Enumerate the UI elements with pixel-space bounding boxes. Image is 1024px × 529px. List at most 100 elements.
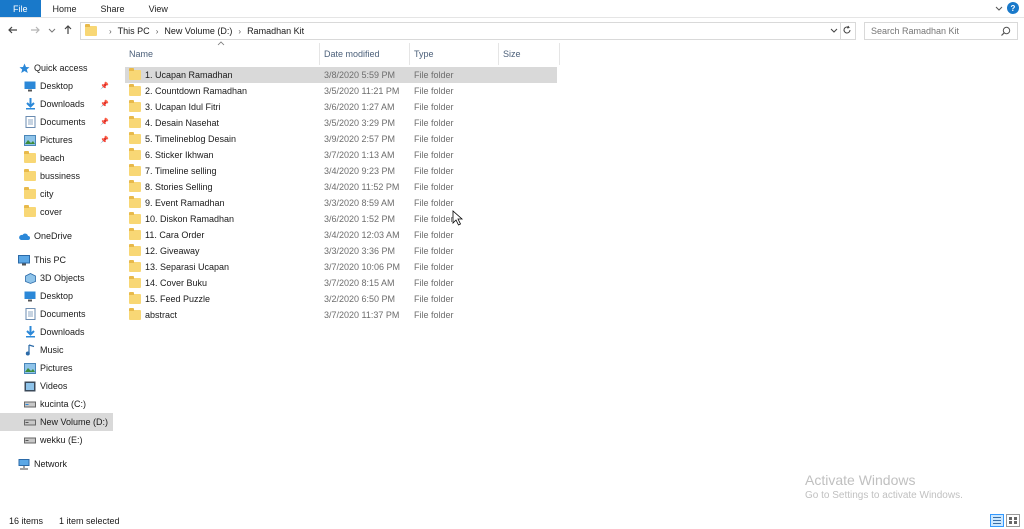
file-name: 4. Desain Nasehat bbox=[129, 116, 220, 128]
search-box[interactable] bbox=[864, 22, 1018, 40]
folder-icon bbox=[129, 148, 141, 160]
view-switcher bbox=[990, 514, 1020, 527]
sidebar-item-label: kucinta (C:) bbox=[40, 399, 87, 409]
file-date: 3/4/2020 12:03 AM bbox=[324, 230, 400, 240]
table-row[interactable]: 8. Stories Selling 3/4/2020 11:52 PM Fil… bbox=[125, 179, 557, 195]
sidebar-item-drive-c[interactable]: kucinta (C:) bbox=[0, 395, 113, 413]
up-button[interactable] bbox=[61, 24, 75, 38]
address-dropdown-icon[interactable] bbox=[830, 26, 838, 36]
back-button[interactable] bbox=[6, 24, 20, 38]
file-name: 5. Timelineblog Desain bbox=[129, 132, 236, 144]
table-row[interactable]: 14. Cover Buku 3/7/2020 8:15 AM File fol… bbox=[125, 275, 557, 291]
sidebar-item-onedrive[interactable]: OneDrive bbox=[0, 227, 113, 245]
breadcrumb-ramadhan-kit[interactable]: Ramadhan Kit bbox=[247, 26, 304, 36]
sidebar-item-drive-e[interactable]: wekku (E:) bbox=[0, 431, 113, 449]
sidebar-item-desktop-pinned[interactable]: Desktop 📌 bbox=[0, 77, 113, 95]
forward-button[interactable] bbox=[28, 24, 42, 38]
network-icon bbox=[18, 458, 30, 470]
sidebar-item-cover[interactable]: cover bbox=[0, 203, 113, 221]
breadcrumb-new-volume[interactable]: New Volume (D:) bbox=[164, 26, 232, 36]
recent-locations-button[interactable] bbox=[45, 24, 59, 38]
sidebar-item-documents-pinned[interactable]: Documents 📌 bbox=[0, 113, 113, 131]
refresh-icon[interactable] bbox=[842, 25, 852, 38]
tab-share[interactable]: Share bbox=[89, 0, 137, 17]
documents-icon bbox=[24, 308, 36, 320]
table-row[interactable]: 10. Diskon Ramadhan 3/6/2020 1:52 PM Fil… bbox=[125, 211, 557, 227]
table-row[interactable]: 5. Timelineblog Desain 3/9/2020 2:57 PM … bbox=[125, 131, 557, 147]
sidebar-item-this-pc[interactable]: This PC bbox=[0, 251, 113, 269]
cube-icon bbox=[24, 272, 36, 284]
table-row[interactable]: 7. Timeline selling 3/4/2020 9:23 PM Fil… bbox=[125, 163, 557, 179]
table-row[interactable]: 6. Sticker Ikhwan 3/7/2020 1:13 AM File … bbox=[125, 147, 557, 163]
file-date: 3/8/2020 5:59 PM bbox=[324, 70, 396, 80]
table-row[interactable]: abstract 3/7/2020 11:37 PM File folder bbox=[125, 307, 557, 323]
desktop-icon bbox=[24, 80, 36, 92]
file-name: 9. Event Ramadhan bbox=[129, 196, 225, 208]
address-bar[interactable]: › This PC › New Volume (D:) › Ramadhan K… bbox=[80, 22, 856, 40]
folder-icon bbox=[129, 164, 141, 176]
tab-view[interactable]: View bbox=[137, 0, 180, 17]
sidebar-item-network[interactable]: Network bbox=[0, 455, 113, 473]
file-name-text: 4. Desain Nasehat bbox=[145, 118, 220, 128]
file-type: File folder bbox=[414, 118, 454, 128]
file-type: File folder bbox=[414, 214, 454, 224]
sidebar-item-music[interactable]: Music bbox=[0, 341, 113, 359]
ribbon-expand-icon[interactable] bbox=[994, 3, 1004, 13]
table-row[interactable]: 1. Ucapan Ramadhan 3/8/2020 5:59 PM File… bbox=[125, 67, 557, 83]
file-date: 3/4/2020 9:23 PM bbox=[324, 166, 396, 176]
sidebar-item-downloads-pinned[interactable]: Downloads 📌 bbox=[0, 95, 113, 113]
sidebar-item-documents[interactable]: Documents bbox=[0, 305, 113, 323]
details-view-icon[interactable] bbox=[990, 514, 1004, 527]
sidebar-item-quick-access[interactable]: Quick access bbox=[0, 59, 113, 77]
drive-icon bbox=[24, 398, 36, 410]
sidebar-item-3d-objects[interactable]: 3D Objects bbox=[0, 269, 113, 287]
pin-icon[interactable]: 📌 bbox=[100, 82, 109, 90]
search-input[interactable] bbox=[871, 26, 996, 36]
table-row[interactable]: 11. Cara Order 3/4/2020 12:03 AM File fo… bbox=[125, 227, 557, 243]
sidebar-item-drive-d[interactable]: New Volume (D:) bbox=[0, 413, 113, 431]
sidebar-item-label: Network bbox=[34, 459, 68, 469]
folder-icon bbox=[129, 244, 141, 256]
column-header-size[interactable]: Size bbox=[499, 43, 560, 65]
help-icon[interactable]: ? bbox=[1007, 2, 1019, 14]
pin-icon[interactable]: 📌 bbox=[100, 118, 109, 126]
table-row[interactable]: 3. Ucapan Idul Fitri 3/6/2020 1:27 AM Fi… bbox=[125, 99, 557, 115]
file-name-text: 11. Cara Order bbox=[145, 230, 205, 240]
large-icons-view-icon[interactable] bbox=[1006, 514, 1020, 527]
file-name-text: abstract bbox=[145, 310, 178, 320]
file-name: 14. Cover Buku bbox=[129, 276, 207, 288]
file-name: 13. Separasi Ucapan bbox=[129, 260, 230, 272]
file-name-text: 13. Separasi Ucapan bbox=[145, 262, 230, 272]
sidebar-item-pictures[interactable]: Pictures bbox=[0, 359, 113, 377]
column-header-date[interactable]: Date modified bbox=[320, 43, 410, 65]
table-row[interactable]: 4. Desain Nasehat 3/5/2020 3:29 PM File … bbox=[125, 115, 557, 131]
table-row[interactable]: 9. Event Ramadhan 3/3/2020 8:59 AM File … bbox=[125, 195, 557, 211]
sidebar-item-downloads[interactable]: Downloads bbox=[0, 323, 113, 341]
column-header-name[interactable]: Name bbox=[125, 43, 320, 65]
pin-icon[interactable]: 📌 bbox=[100, 136, 109, 144]
file-date: 3/7/2020 8:15 AM bbox=[324, 278, 395, 288]
file-name: 10. Diskon Ramadhan bbox=[129, 212, 234, 224]
tab-home[interactable]: Home bbox=[41, 0, 89, 17]
table-row[interactable]: 2. Countdown Ramadhan 3/5/2020 11:21 PM … bbox=[125, 83, 557, 99]
table-row[interactable]: 15. Feed Puzzle 3/2/2020 6:50 PM File fo… bbox=[125, 291, 557, 307]
sidebar-item-desktop[interactable]: Desktop bbox=[0, 287, 113, 305]
sidebar-item-bussiness[interactable]: bussiness bbox=[0, 167, 113, 185]
folder-icon bbox=[129, 276, 141, 288]
sidebar-item-pictures-pinned[interactable]: Pictures 📌 bbox=[0, 131, 113, 149]
sidebar-item-beach[interactable]: beach bbox=[0, 149, 113, 167]
sidebar-item-videos[interactable]: Videos bbox=[0, 377, 113, 395]
breadcrumb-this-pc[interactable]: This PC bbox=[118, 26, 150, 36]
file-type: File folder bbox=[414, 294, 454, 304]
sidebar-item-label: Pictures bbox=[40, 135, 73, 145]
pin-icon[interactable]: 📌 bbox=[100, 100, 109, 108]
status-bar: 16 items 1 item selected bbox=[0, 513, 1024, 529]
file-date: 3/4/2020 11:52 PM bbox=[324, 182, 400, 192]
table-row[interactable]: 13. Separasi Ucapan 3/7/2020 10:06 PM Fi… bbox=[125, 259, 557, 275]
search-icon[interactable] bbox=[1000, 26, 1011, 39]
tab-file[interactable]: File bbox=[0, 0, 41, 17]
star-icon bbox=[18, 62, 30, 74]
table-row[interactable]: 12. Giveaway 3/3/2020 3:36 PM File folde… bbox=[125, 243, 557, 259]
column-header-type[interactable]: Type bbox=[410, 43, 499, 65]
sidebar-item-city[interactable]: city bbox=[0, 185, 113, 203]
